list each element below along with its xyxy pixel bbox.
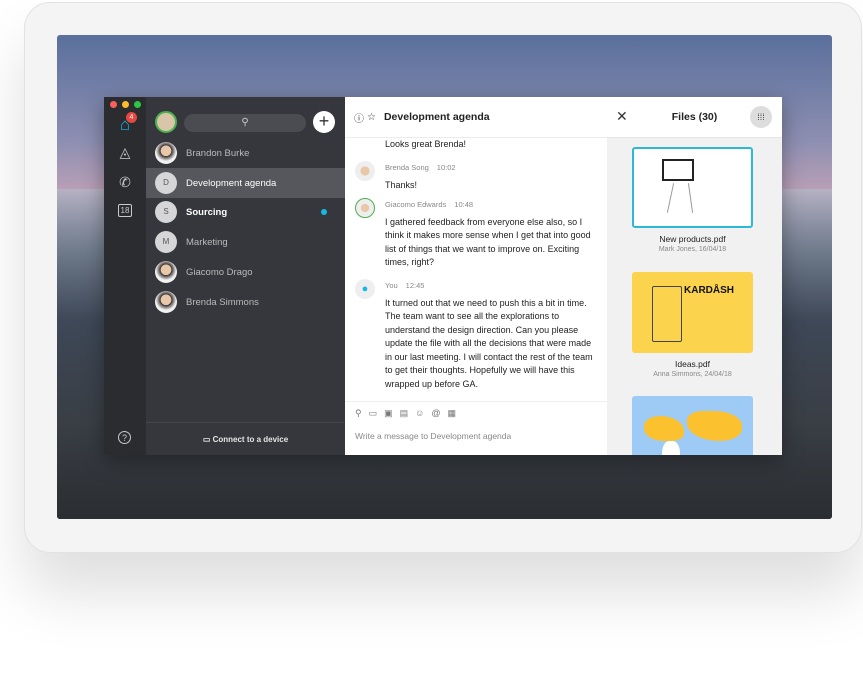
- file-card[interactable]: KARDÅSH Ideas.pdf Anna Simmons, 24/04/18: [632, 272, 753, 378]
- minimize-window-button[interactable]: [122, 101, 129, 108]
- avatar: S: [155, 201, 177, 223]
- unread-indicator: [321, 209, 327, 215]
- app-window: ⌂ 4 ◬ ✆ 18 ? ⚲ + Brandon Burke D Developm…: [104, 97, 782, 455]
- search-icon: ⚲: [241, 117, 249, 128]
- message: Looks great Brenda!: [385, 139, 467, 149]
- message: You 12:45 It turned out that we need to pu…: [385, 281, 593, 389]
- screenshot-icon[interactable]: ▭: [369, 408, 378, 419]
- file-thumbnail: [632, 396, 753, 455]
- mention-icon[interactable]: @: [431, 408, 440, 419]
- close-window-button[interactable]: [110, 101, 117, 108]
- avatar: M: [155, 231, 177, 253]
- star-icon[interactable]: ☆: [367, 112, 376, 123]
- gif-icon[interactable]: ▤: [400, 408, 409, 419]
- file-card[interactable]: [632, 396, 753, 455]
- conversation-list: ⚲ + Brandon Burke D Development agenda SS…: [146, 97, 345, 455]
- home-badge: 4: [126, 112, 137, 123]
- file-card[interactable]: New products.pdf Mark Jones, 16/04/18: [632, 147, 753, 253]
- chat-title: Development agenda: [383, 111, 490, 123]
- markdown-icon[interactable]: ▣: [384, 408, 393, 419]
- chat-header: ⓘ ☆ Development agenda: [345, 97, 607, 138]
- message: Giacomo Edwards 10:48 I gathered feedback …: [385, 200, 591, 267]
- attach-icon[interactable]: ⚲: [355, 408, 362, 419]
- avatar: [355, 198, 375, 218]
- files-panel: ✕ Files (30) ⁞⁞⁞ New products.pdf Mark J…: [607, 97, 782, 455]
- list-item[interactable]: S Sourcing: [146, 197, 345, 227]
- info-icon[interactable]: ⓘ: [354, 110, 364, 125]
- connect-device-button[interactable]: ▭ Connect to a device: [146, 422, 345, 455]
- message-list: Looks great Brenda! Brenda Song 10:02 Than…: [345, 138, 607, 400]
- avatar: [355, 161, 375, 181]
- avatar: D: [155, 172, 177, 194]
- maximize-window-button[interactable]: [134, 101, 141, 108]
- chat-bubble-icon: ●: [355, 279, 375, 299]
- avatar: [155, 261, 177, 283]
- chat-panel: ⓘ ☆ Development agenda Looks great Brend…: [345, 97, 607, 455]
- message: Brenda Song 10:02 Thanks!: [385, 163, 456, 190]
- avatar: [155, 291, 177, 313]
- help-icon[interactable]: ?: [118, 431, 131, 444]
- list-item[interactable]: Giacomo Drago: [146, 257, 345, 287]
- list-item[interactable]: D Development agenda: [146, 168, 345, 198]
- teams-icon[interactable]: ◬: [116, 144, 134, 162]
- message-input[interactable]: Write a message to Development agenda: [345, 425, 607, 447]
- file-thumbnail: KARDÅSH: [632, 272, 753, 353]
- composer: ⚲ ▭ ▣ ▤ ☺ @ ▦ Write a message to Develop…: [345, 401, 607, 455]
- phone-icon[interactable]: ✆: [116, 174, 134, 192]
- list-item[interactable]: M Marketing: [146, 227, 345, 257]
- new-conversation-button[interactable]: +: [313, 111, 335, 133]
- list-item[interactable]: Brenda Simmons: [146, 287, 345, 317]
- grid-view-icon[interactable]: ⁞⁞⁞: [750, 106, 772, 128]
- whiteboard-icon[interactable]: ▦: [447, 408, 456, 419]
- avatar: [155, 142, 177, 164]
- user-avatar[interactable]: [155, 111, 177, 133]
- nav-rail: ⌂ 4 ◬ ✆ 18 ?: [104, 97, 146, 455]
- calendar-icon[interactable]: 18: [118, 204, 132, 217]
- list-item[interactable]: Brandon Burke: [146, 138, 345, 168]
- emoji-icon[interactable]: ☺: [415, 408, 424, 419]
- search-input[interactable]: ⚲: [184, 114, 306, 132]
- cast-icon: ▭: [202, 435, 213, 444]
- file-thumbnail: [632, 147, 753, 228]
